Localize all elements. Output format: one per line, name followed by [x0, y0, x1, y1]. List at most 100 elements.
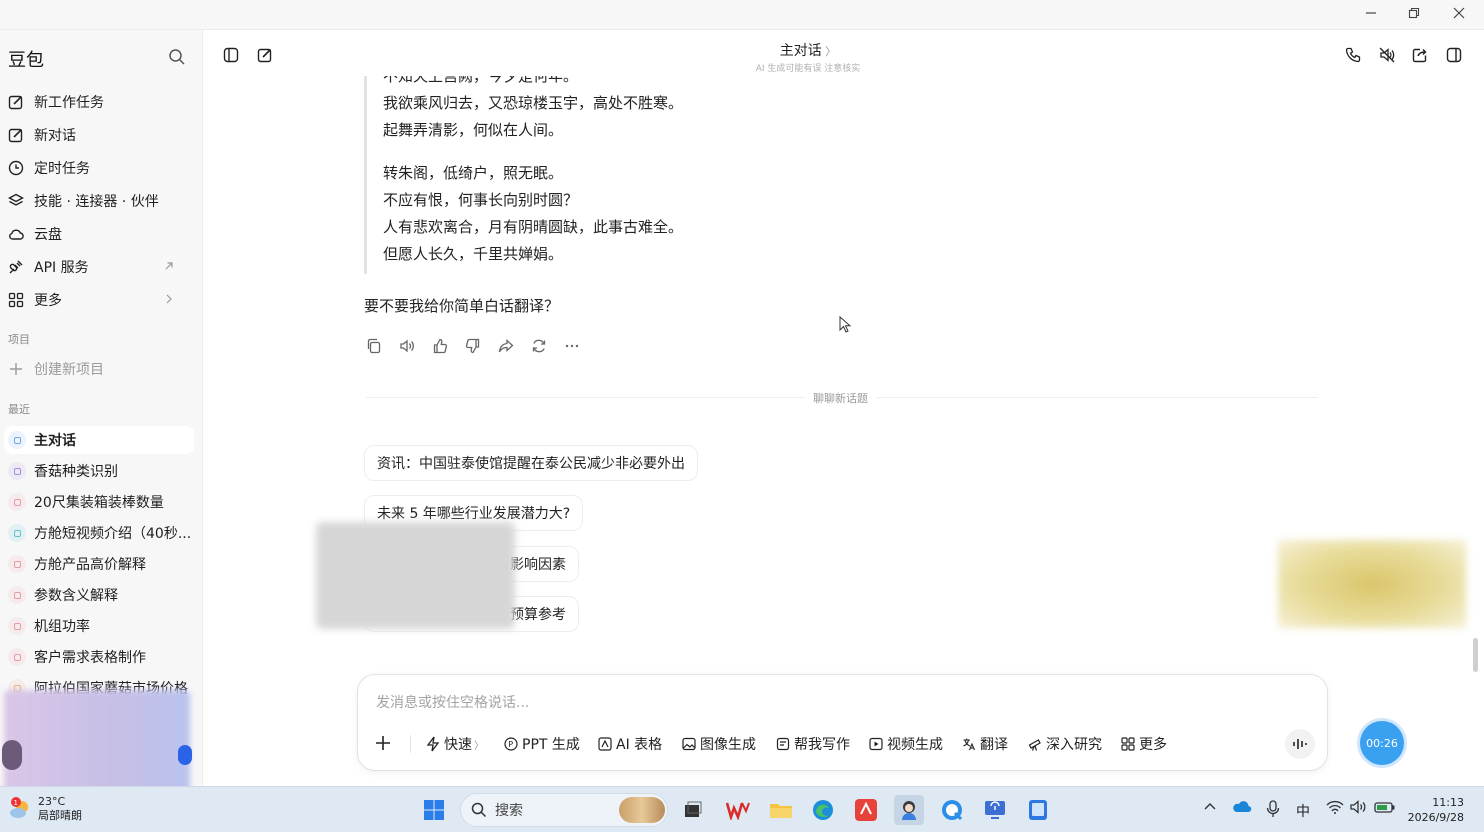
weather-temp: 23°C: [38, 795, 66, 808]
edge-browser-icon[interactable]: [808, 795, 838, 825]
recent-chat-label: 客户需求表格制作: [34, 650, 146, 666]
recent-chat-label: 香菇种类识别: [34, 464, 118, 480]
tool-ppt[interactable]: P PPT 生成: [504, 734, 580, 754]
share-screen-icon[interactable]: [1412, 47, 1428, 67]
search-icon: [471, 802, 487, 818]
status-badge: [178, 745, 192, 765]
regenerate-icon[interactable]: [531, 336, 564, 356]
onedrive-icon[interactable]: [1232, 800, 1252, 818]
message-composer[interactable]: 发消息或按住空格说话... 快速 〉 P PPT 生成 AI 表格 图像生成 帮…: [357, 674, 1328, 771]
cloud-icon: [9, 229, 24, 240]
tool-translate[interactable]: 翻译: [962, 734, 1008, 754]
avatar[interactable]: [2, 740, 22, 770]
doubao-app-icon[interactable]: [894, 795, 924, 825]
nav-skills[interactable]: 技能 · 连接器 · 伙伴: [0, 186, 202, 216]
chat-bubble-icon: [8, 648, 26, 666]
plus-icon[interactable]: [374, 734, 392, 756]
tool-ai-sheet[interactable]: AI 表格: [598, 734, 662, 754]
more-icon[interactable]: [564, 336, 597, 356]
battery-icon[interactable]: [1374, 800, 1396, 818]
speaker-mute-icon[interactable]: [1379, 47, 1395, 67]
external-link-icon: [165, 262, 173, 270]
recent-label: 最近: [8, 403, 30, 416]
recent-chat-item[interactable]: 香菇种类识别: [4, 457, 194, 485]
recording-timer[interactable]: 00:26: [1360, 721, 1404, 765]
restore-icon[interactable]: [1392, 0, 1436, 26]
minimize-icon[interactable]: [1349, 0, 1393, 26]
file-explorer-icon[interactable]: [766, 795, 796, 825]
image-icon: [682, 737, 696, 751]
read-aloud-icon[interactable]: [399, 336, 432, 356]
chat-bubble-icon: [8, 555, 26, 573]
create-project-button[interactable]: 创建新项目: [8, 359, 104, 379]
nav-api-service[interactable]: API 服务: [0, 252, 202, 282]
taskbar-search[interactable]: 搜索: [460, 793, 668, 827]
nav-label: API 服务: [34, 260, 89, 276]
tool-more[interactable]: 更多: [1121, 734, 1167, 754]
phone-icon[interactable]: [1345, 47, 1361, 67]
recent-chat-item[interactable]: 机组功率: [4, 612, 194, 640]
search-icon[interactable]: [168, 48, 186, 70]
recent-chat-item[interactable]: 方舱产品高价解释: [4, 550, 194, 578]
nav-cloud-drive[interactable]: 云盘: [0, 219, 202, 249]
poem-quote: 不知天上宫阙，今夕是何年。 我欲乘风归去，又恐琼楼玉宇，高处不胜寒。 起舞弄清影…: [364, 76, 724, 274]
weather-text: 23°C 局部晴朗: [38, 795, 82, 823]
chat-bubble-icon: [8, 586, 26, 604]
taskbar: 1 23°C 局部晴朗 搜索 中 11:13 2026/9/28: [0, 786, 1484, 832]
waveform-icon: [1293, 739, 1307, 749]
user-profile-blurred[interactable]: [4, 690, 190, 786]
scrollbar[interactable]: [1473, 638, 1478, 672]
nav-new-work-task[interactable]: 新工作任务: [0, 87, 202, 117]
grid-icon: [1121, 737, 1135, 751]
tablet-app-icon[interactable]: [1023, 795, 1053, 825]
tray-expand-icon[interactable]: [1203, 800, 1217, 818]
volume-icon[interactable]: [1350, 800, 1368, 818]
nav-label: 新工作任务: [34, 95, 104, 111]
nav-scheduled-tasks[interactable]: 定时任务: [0, 153, 202, 183]
nav-more[interactable]: 更多: [0, 285, 202, 315]
nav-label: 技能 · 连接器 · 伙伴: [34, 194, 159, 210]
thumbs-down-icon[interactable]: [465, 336, 498, 356]
voice-input-button[interactable]: [1285, 729, 1315, 759]
task-view-icon[interactable]: [678, 795, 708, 825]
suggestion-chip[interactable]: 资讯：中国驻泰使馆提醒在泰公民减少非必要外出: [364, 445, 698, 481]
thumbs-up-icon[interactable]: [432, 336, 465, 356]
wps-icon[interactable]: [723, 795, 753, 825]
mode-selector[interactable]: 快速 〉: [426, 734, 484, 754]
recent-chat-item[interactable]: 方舱短视频介绍（40秒...: [4, 519, 194, 547]
poem-line: 人有悲欢离合，月有阴晴圆缺，此事古难全。: [383, 218, 684, 236]
windows-start-icon[interactable]: [419, 795, 449, 825]
clock-icon: [8, 160, 24, 176]
tool-writing[interactable]: 帮我写作: [776, 734, 850, 754]
share-icon[interactable]: [498, 336, 531, 356]
nav-new-chat[interactable]: 新对话: [0, 120, 202, 150]
remote-desktop-icon[interactable]: [980, 795, 1010, 825]
tool-image-gen[interactable]: 图像生成: [682, 734, 756, 754]
page-subtitle: AI 生成可能有误 注意核实: [755, 64, 861, 74]
ime-indicator[interactable]: 中: [1296, 801, 1310, 821]
system-clock[interactable]: 11:13 2026/9/28: [1406, 795, 1464, 825]
panel-toggle-icon[interactable]: [1446, 47, 1462, 67]
plus-icon: [10, 363, 22, 375]
layers-icon: [8, 193, 24, 206]
copy-icon[interactable]: [366, 336, 399, 356]
poem-line: 不应有恨，何事长向别时圆？: [383, 191, 579, 209]
recent-chat-item[interactable]: 主对话: [4, 426, 194, 454]
microphone-icon[interactable]: [1266, 800, 1280, 822]
app-red-icon[interactable]: [851, 795, 881, 825]
page-title[interactable]: 主对话 〉: [203, 40, 1413, 60]
nav-label: 更多: [34, 293, 62, 309]
weather-widget[interactable]: 1 23°C 局部晴朗: [8, 795, 82, 823]
taskbar-search-label: 搜索: [495, 803, 523, 819]
close-icon[interactable]: [1437, 0, 1481, 26]
tool-label: 视频生成: [887, 737, 943, 753]
message-input[interactable]: 发消息或按住空格说话...: [376, 692, 529, 712]
video-icon: [869, 737, 883, 751]
recent-chat-item[interactable]: 参数含义解释: [4, 581, 194, 609]
tool-video-gen[interactable]: 视频生成: [869, 734, 943, 754]
wifi-icon[interactable]: [1326, 800, 1344, 818]
qq-browser-icon[interactable]: [937, 795, 967, 825]
tool-deep-research[interactable]: 深入研究: [1028, 734, 1102, 754]
recent-chat-item[interactable]: 20尺集装箱装棒数量: [4, 488, 194, 516]
recent-chat-item[interactable]: 客户需求表格制作: [4, 643, 194, 671]
